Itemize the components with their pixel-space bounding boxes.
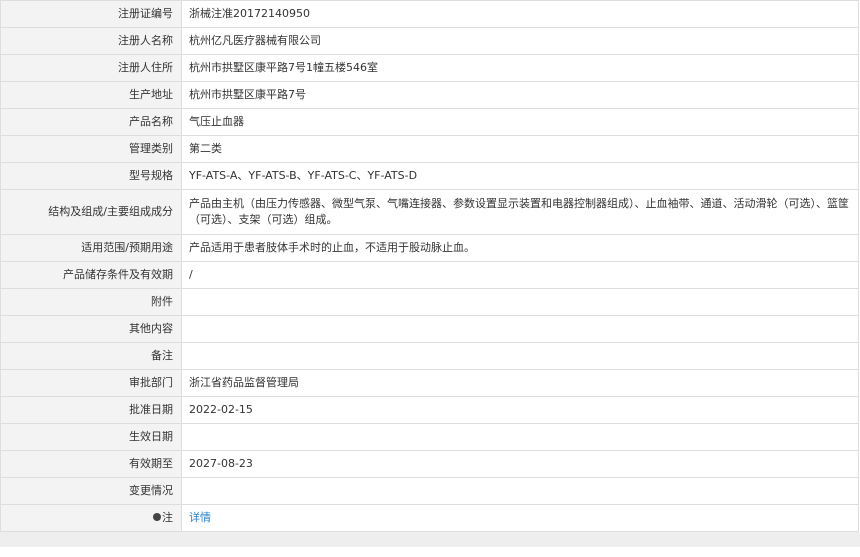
table-row: 其他内容 [0,315,859,343]
table-row: 注册证编号 浙械注准20172140950 [0,0,859,28]
table-row: 生效日期 [0,423,859,451]
field-label: 产品储存条件及有效期 [0,261,182,289]
details-link[interactable]: 详情 [189,511,211,524]
field-label: 生效日期 [0,423,182,451]
table-row: 注册人名称 杭州亿凡医疗器械有限公司 [0,27,859,55]
note-label: 注 [162,511,173,524]
field-label: 批准日期 [0,396,182,424]
table-row: 适用范围/预期用途 产品适用于患者肢体手术时的止血，不适用于股动脉止血。 [0,234,859,262]
field-label: 型号规格 [0,162,182,190]
field-label: 注册证编号 [0,0,182,28]
field-label: 注册人名称 [0,27,182,55]
field-value: 产品由主机（由压力传感器、微型气泵、气嘴连接器、参数设置显示装置和电器控制器组成… [181,189,859,235]
table-row: 产品储存条件及有效期 / [0,261,859,289]
table-row: 有效期至 2027-08-23 [0,450,859,478]
field-value: 杭州市拱墅区康平路7号1幢五楼546室 [181,54,859,82]
bottom-strip [0,532,860,547]
field-label: 注册人住所 [0,54,182,82]
bulb-icon [153,513,161,521]
field-value: 杭州市拱墅区康平路7号 [181,81,859,109]
table-row: 附件 [0,288,859,316]
registration-detail-table: 注册证编号 浙械注准20172140950 注册人名称 杭州亿凡医疗器械有限公司… [0,0,859,532]
field-value: 第二类 [181,135,859,163]
field-label: 适用范围/预期用途 [0,234,182,262]
table-row: 型号规格 YF-ATS-A、YF-ATS-B、YF-ATS-C、YF-ATS-D [0,162,859,190]
field-value: 2022-02-15 [181,396,859,424]
field-value: 杭州亿凡医疗器械有限公司 [181,27,859,55]
table-row: 备注 [0,342,859,370]
table-row: 审批部门 浙江省药品监督管理局 [0,369,859,397]
field-label: 附件 [0,288,182,316]
field-value: 产品适用于患者肢体手术时的止血，不适用于股动脉止血。 [181,234,859,262]
field-value: 浙江省药品监督管理局 [181,369,859,397]
table-row: 管理类别 第二类 [0,135,859,163]
field-label: 生产地址 [0,81,182,109]
note-value-cell: 详情 [181,504,859,532]
field-value [181,342,859,370]
table-row: 注册人住所 杭州市拱墅区康平路7号1幢五楼546室 [0,54,859,82]
field-label: 有效期至 [0,450,182,478]
table-row: 批准日期 2022-02-15 [0,396,859,424]
field-label: 变更情况 [0,477,182,505]
table-row: 生产地址 杭州市拱墅区康平路7号 [0,81,859,109]
field-value: 浙械注准20172140950 [181,0,859,28]
field-label: 其他内容 [0,315,182,343]
field-value [181,423,859,451]
note-label-cell: 注 [0,504,182,532]
field-label: 产品名称 [0,108,182,136]
table-row: 变更情况 [0,477,859,505]
field-value: 气压止血器 [181,108,859,136]
field-label: 管理类别 [0,135,182,163]
field-value [181,315,859,343]
table-row: 结构及组成/主要组成成分 产品由主机（由压力传感器、微型气泵、气嘴连接器、参数设… [0,189,859,235]
field-value: / [181,261,859,289]
field-value [181,477,859,505]
field-value: 2027-08-23 [181,450,859,478]
field-label: 备注 [0,342,182,370]
field-label: 审批部门 [0,369,182,397]
field-value [181,288,859,316]
table-row: 产品名称 气压止血器 [0,108,859,136]
field-value: YF-ATS-A、YF-ATS-B、YF-ATS-C、YF-ATS-D [181,162,859,190]
note-row: 注 详情 [0,504,859,532]
field-label: 结构及组成/主要组成成分 [0,189,182,235]
